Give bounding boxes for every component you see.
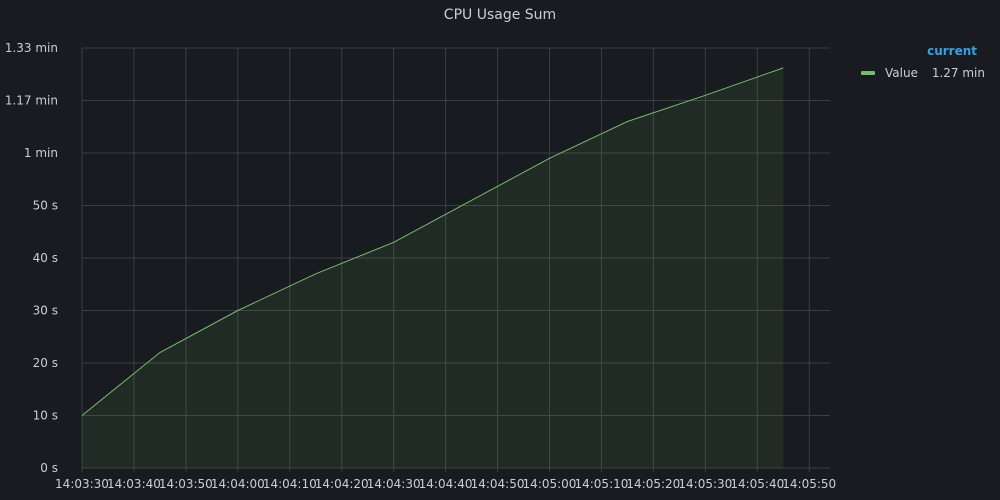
x-tick-label: 14:04:00 (211, 477, 265, 491)
x-tick-label: 14:04:10 (263, 477, 317, 491)
y-tick-label: 20 s (33, 356, 58, 370)
legend-series-name: Value (885, 66, 918, 80)
y-axis-ticks: 0 s 10 s 20 s 30 s 40 s 50 s 1 min 1.17 min 1.33… (5, 41, 58, 475)
legend-header-current[interactable]: current (855, 44, 995, 58)
y-tick-label: 1.33 min (5, 41, 58, 55)
x-tick-label: 14:05:50 (782, 477, 836, 491)
series-fill (82, 67, 784, 469)
y-tick-label: 30 s (33, 304, 58, 318)
x-tick-label: 14:03:50 (159, 477, 213, 491)
y-tick-label: 10 s (33, 409, 58, 423)
cpu-usage-chart: 0 s 10 s 20 s 30 s 40 s 50 s 1 min 1.17 min 1.33… (5, 41, 836, 491)
x-tick-label: 14:03:30 (55, 477, 109, 491)
y-tick-label: 1 min (24, 146, 58, 160)
x-axis-ticks: 14:03:3014:03:4014:03:5014:04:0014:04:10… (55, 477, 836, 491)
x-tick-label: 14:04:40 (419, 477, 473, 491)
y-tick-label: 0 s (40, 461, 58, 475)
y-tick-label: 40 s (33, 251, 58, 265)
x-tick-label: 14:05:30 (678, 477, 732, 491)
series-area (81, 67, 784, 469)
x-tick-label: 14:05:00 (523, 477, 577, 491)
x-tick-label: 14:05:40 (730, 477, 784, 491)
legend: current Value 1.27 min (855, 44, 995, 80)
x-tick-label: 14:03:40 (107, 477, 161, 491)
legend-item-value[interactable]: Value 1.27 min (855, 66, 995, 80)
x-tick-label: 14:04:50 (471, 477, 525, 491)
y-tick-label: 1.17 min (5, 94, 58, 108)
x-tick-label: 14:04:20 (315, 477, 369, 491)
legend-swatch (861, 71, 875, 75)
y-tick-label: 50 s (33, 199, 58, 213)
legend-current-value: 1.27 min (931, 66, 985, 80)
x-tick-label: 14:04:30 (367, 477, 421, 491)
x-tick-label: 14:05:10 (574, 477, 628, 491)
x-tick-label: 14:05:20 (626, 477, 680, 491)
chart-panel: CPU Usage Sum 0 s 10 s 20 s 30 s 40 s 50 s1 m… (0, 0, 1000, 500)
